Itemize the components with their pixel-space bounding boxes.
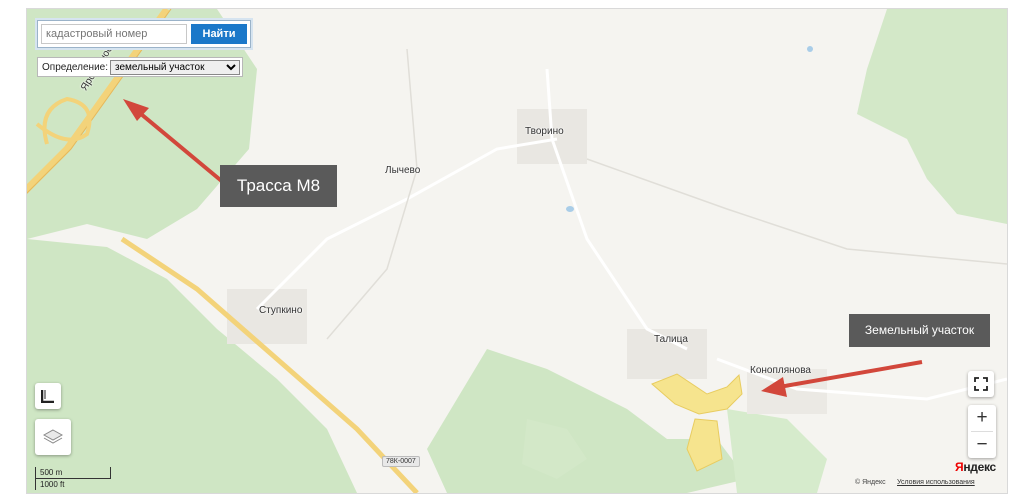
terms-link[interactable]: Условия использования: [897, 479, 975, 486]
place-lychevo: Лычево: [385, 165, 421, 176]
logo-rest: ндекс: [963, 460, 996, 474]
definition-select[interactable]: земельный участок: [110, 59, 241, 75]
scale-bar: 500 m 1000 ft: [35, 467, 111, 491]
layers-button[interactable]: [35, 419, 71, 455]
place-konoplyanovo: Коноплянова: [750, 365, 811, 376]
map-frame[interactable]: Яросл.шоссе Творино Лычево Ступкино Тали…: [26, 8, 1008, 494]
copyright: © Яндекс: [855, 479, 886, 486]
callout-highway: Трасса М8: [220, 165, 337, 207]
yandex-logo: Яндекс: [955, 460, 996, 474]
place-talitsa: Талица: [654, 334, 688, 345]
scale-metric: 500 m: [35, 467, 111, 479]
scale-imperial: 1000 ft: [35, 479, 80, 490]
search-button[interactable]: Найти: [191, 24, 247, 44]
pond-2: [807, 46, 813, 52]
zoom-control: + −: [968, 405, 996, 458]
definition-panel: Определение: земельный участок: [37, 57, 244, 77]
zoom-in-button[interactable]: +: [968, 405, 996, 431]
layers-icon: [43, 429, 63, 444]
zoom-out-button[interactable]: −: [968, 432, 996, 458]
callout-plot: Земельный участок: [849, 314, 990, 347]
fullscreen-button[interactable]: [968, 371, 994, 397]
road-badge: 78К-0007: [382, 456, 420, 467]
search-panel: Найти: [37, 20, 251, 48]
fullscreen-icon: [974, 377, 988, 391]
ruler-button[interactable]: [35, 383, 61, 409]
pond-1: [566, 206, 574, 212]
definition-label: Определение:: [42, 61, 109, 73]
cadastral-search-input[interactable]: [41, 24, 187, 44]
place-stupkino: Ступкино: [259, 305, 303, 316]
place-tvorino: Творино: [525, 126, 564, 137]
map-canvas[interactable]: [27, 9, 1007, 493]
ruler-icon: [41, 390, 54, 403]
